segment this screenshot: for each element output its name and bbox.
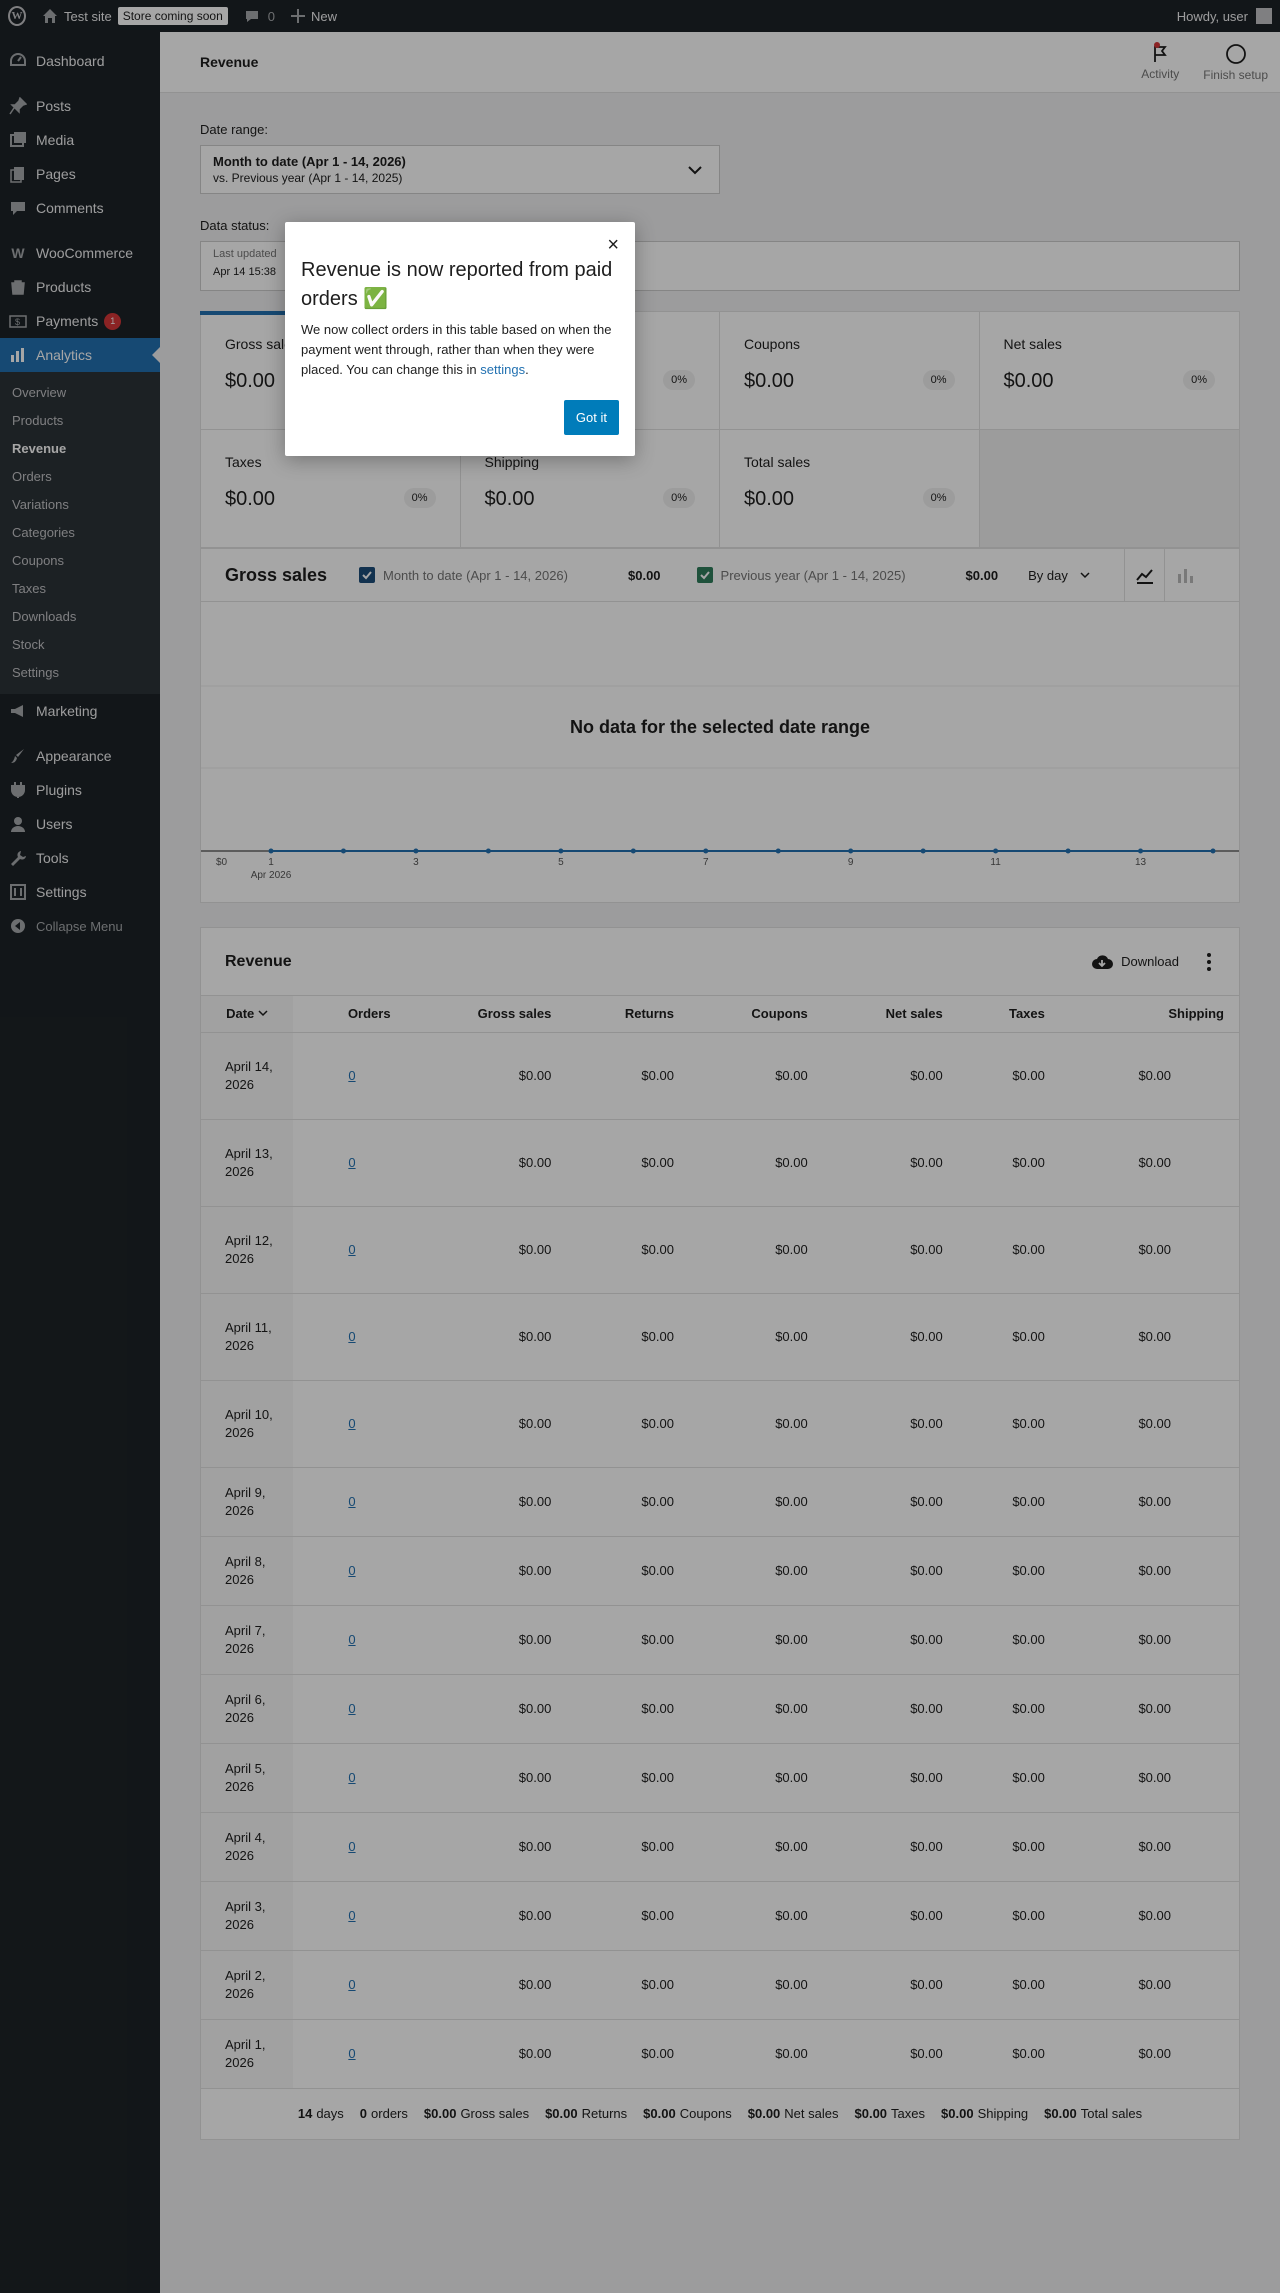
modal-body-text: We now collect orders in this table base… — [301, 322, 612, 377]
revenue-notice-modal: × Revenue is now reported from paid orde… — [285, 222, 635, 456]
modal-body-end: . — [525, 362, 529, 377]
settings-link[interactable]: settings — [480, 362, 525, 377]
got-it-button[interactable]: Got it — [563, 400, 619, 435]
modal-overlay[interactable] — [0, 0, 1280, 2293]
modal-body: We now collect orders in this table base… — [301, 320, 619, 380]
modal-title: Revenue is now reported from paid orders… — [301, 259, 613, 310]
close-icon[interactable]: × — [607, 235, 619, 255]
